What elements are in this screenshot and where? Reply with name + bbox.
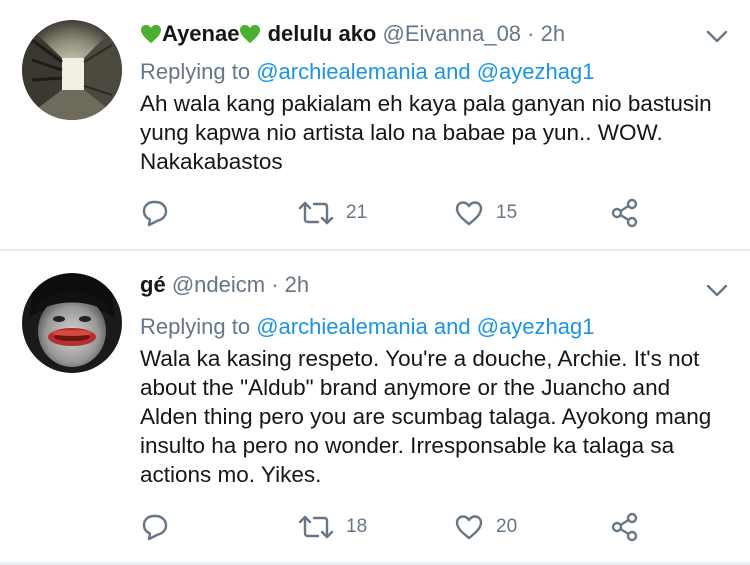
replying-to: Replying to @archiealemania and @ayezhag… <box>140 58 594 86</box>
tweet-actions: 21 15 <box>140 198 660 228</box>
reply-button[interactable] <box>140 198 170 228</box>
reply-button[interactable] <box>140 512 170 542</box>
tweet[interactable]: Ayenae delulu ako @Eivanna_08 · 2h Reply… <box>0 0 750 250</box>
mention-link[interactable]: @archiealemania <box>256 314 428 339</box>
green-heart-icon <box>141 24 161 44</box>
tweet-text: Ah wala kang pakialam eh kaya pala ganya… <box>140 91 712 174</box>
avatar[interactable] <box>22 273 122 373</box>
tweet-actions: 18 20 <box>140 512 660 542</box>
replying-to: Replying to @archiealemania and @ayezhag… <box>140 313 594 341</box>
retweet-button[interactable]: 21 <box>298 198 367 228</box>
mention-link[interactable]: @ayezhag1 <box>477 314 595 339</box>
like-count: 20 <box>496 516 518 537</box>
user-handle[interactable]: @Eivanna_08 <box>383 21 522 46</box>
like-button[interactable]: 20 <box>454 512 517 542</box>
retweet-count: 18 <box>346 516 368 537</box>
share-button[interactable] <box>610 512 640 542</box>
share-icon <box>611 198 638 228</box>
share-button[interactable] <box>610 198 640 228</box>
mention-link[interactable]: @ayezhag1 <box>477 59 595 84</box>
tweet[interactable]: gé @ndeicm · 2h Replying to @archiealema… <box>0 251 750 565</box>
like-count: 15 <box>496 202 518 223</box>
separator: · <box>527 21 535 46</box>
mention-link[interactable]: @archiealemania <box>256 59 428 84</box>
display-name[interactable]: gé <box>140 272 166 297</box>
chevron-down-icon[interactable] <box>706 284 728 298</box>
tweet-header: Ayenae delulu ako @Eivanna_08 · 2h <box>140 20 565 48</box>
like-icon <box>455 201 483 226</box>
replying-and: and <box>433 59 471 84</box>
timestamp[interactable]: 2h <box>541 21 565 46</box>
like-icon <box>455 515 483 540</box>
avatar[interactable] <box>22 20 122 120</box>
replying-prefix: Replying to <box>140 59 251 84</box>
display-name[interactable]: Ayenae <box>162 21 239 46</box>
like-button[interactable]: 15 <box>454 198 517 228</box>
reply-icon <box>142 514 168 541</box>
tweet-text: Wala ka kasing respeto. You're a douche,… <box>140 346 712 487</box>
retweet-icon <box>298 201 334 225</box>
retweet-button[interactable]: 18 <box>298 512 367 542</box>
display-name-suffix[interactable]: delulu ako <box>268 21 377 46</box>
share-icon <box>611 512 638 542</box>
chevron-down-icon[interactable] <box>706 30 728 44</box>
reply-icon <box>142 200 168 227</box>
timestamp[interactable]: 2h <box>285 272 309 297</box>
user-handle[interactable]: @ndeicm <box>172 272 265 297</box>
separator: · <box>271 272 279 297</box>
tweet-header: gé @ndeicm · 2h <box>140 271 309 299</box>
replying-prefix: Replying to <box>140 314 251 339</box>
retweet-count: 21 <box>346 202 368 223</box>
retweet-icon <box>298 515 334 539</box>
replying-and: and <box>433 314 471 339</box>
green-heart-icon <box>240 24 261 44</box>
